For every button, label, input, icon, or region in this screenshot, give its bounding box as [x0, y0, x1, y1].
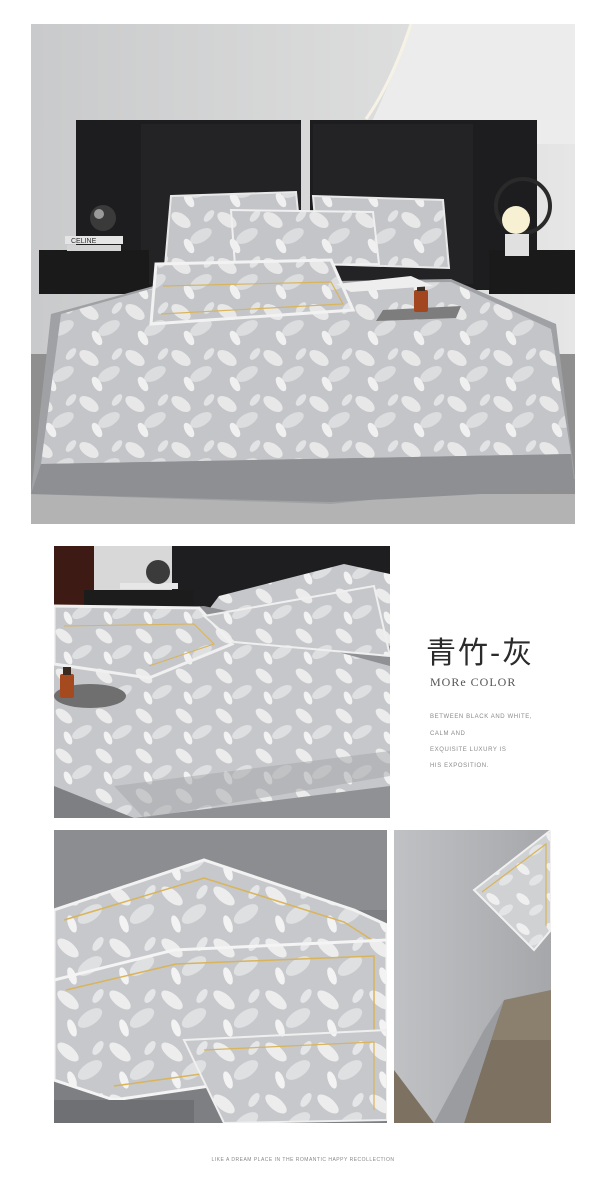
hero-bed-photo: CELINE	[31, 24, 575, 524]
hero-book-label: CELINE	[71, 238, 97, 245]
description-line-4: HIS EXPOSITION.	[430, 763, 490, 769]
pillowcase-closeup-photo	[54, 830, 387, 1123]
description-line-3: EXQUISITE LUXURY IS	[430, 747, 507, 753]
color-title: 青竹-灰	[426, 636, 535, 671]
footer-caption: LIKE A DREAM PLACE IN THE ROMANTIC HAPPY…	[211, 1157, 395, 1163]
bedding-angle-photo	[54, 546, 390, 818]
description-line-1: BETWEEN BLACK AND WHITE,	[430, 714, 533, 720]
sheet-drape-photo	[394, 830, 551, 1123]
color-subtitle: MORe COLOR	[430, 675, 517, 689]
description-line-2: CALM AND	[430, 731, 466, 737]
